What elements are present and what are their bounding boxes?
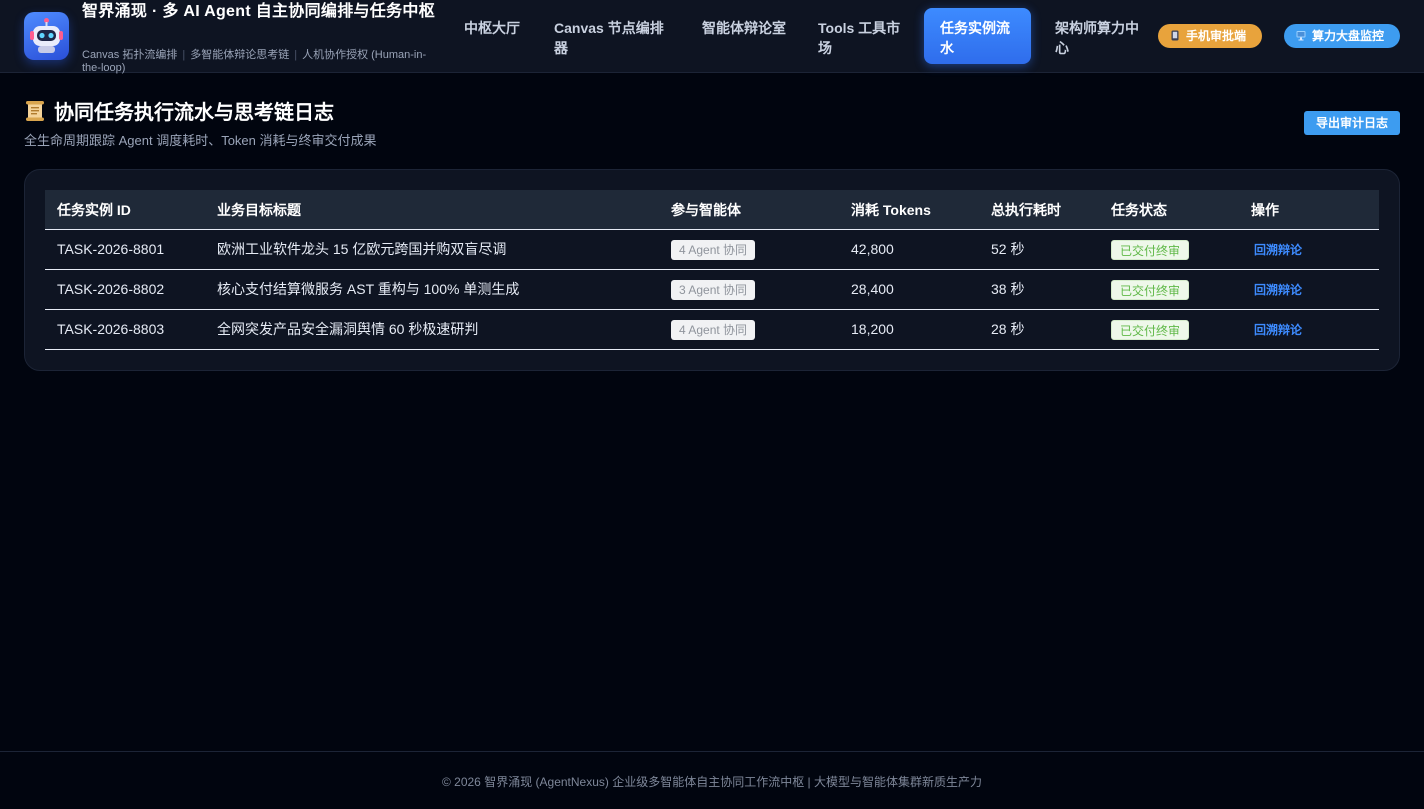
- mobile-icon: [1171, 30, 1179, 41]
- duration-cell: 28 秒: [991, 321, 1025, 337]
- status-cell: 已交付终审: [1111, 310, 1190, 349]
- task-id-cell: TASK-2026-8802: [57, 281, 165, 297]
- tokens-cell: 28,400: [851, 281, 894, 297]
- agent-count-tag: 3 Agent 协同: [671, 280, 756, 301]
- table-row[interactable]: TASK-2026-8802 核心支付结算微服务 AST 重构与 100% 单测…: [45, 270, 1379, 310]
- status-badge: 已交付终审: [1111, 280, 1190, 301]
- mobile-approval-label: 手机审批端: [1186, 29, 1247, 43]
- tokens-cell: 18,200: [851, 321, 894, 337]
- table-row[interactable]: TASK-2026-8803 全网突发产品安全漏洞舆情 60 秒极速研判 4 A…: [45, 310, 1379, 350]
- status-cell: 已交付终审: [1111, 270, 1190, 309]
- column-header-id: 任务实例 ID: [57, 202, 131, 218]
- status-badge: 已交付终审: [1111, 320, 1190, 341]
- task-id-cell: TASK-2026-8801: [57, 241, 165, 257]
- status-badge: 已交付终审: [1111, 240, 1190, 261]
- agents-cell: 3 Agent 协同: [671, 270, 756, 309]
- task-title-cell: 核心支付结算微服务 AST 重构与 100% 单测生成: [217, 281, 520, 297]
- action-cell: 回溯辩论: [1251, 310, 1302, 349]
- column-header-duration: 总执行耗时: [991, 202, 1061, 218]
- nav-architect-compute[interactable]: 架构师算力中心: [1039, 8, 1155, 64]
- brand-title: 智界涌现 · 多 AI Agent 自主协同编排与任务中枢: [82, 3, 435, 20]
- replay-debate-link[interactable]: 回溯辩论: [1251, 243, 1302, 257]
- replay-debate-link[interactable]: 回溯辩论: [1251, 323, 1302, 337]
- action-cell: 回溯辩论: [1251, 230, 1302, 269]
- page-subtitle: 全生命周期跟踪 Agent 调度耗时、Token 消耗与终审交付成果: [24, 133, 377, 148]
- table-header: 任务实例 ID 业务目标标题 参与智能体 消耗 Tokens 总执行耗时 任务状…: [45, 190, 1379, 230]
- action-cell: 回溯辩论: [1251, 270, 1302, 309]
- agents-cell: 4 Agent 协同: [671, 230, 756, 269]
- task-title-cell: 欧洲工业软件龙头 15 亿欧元跨国并购双盲尽调: [217, 241, 507, 257]
- task-table-card: 任务实例 ID 业务目标标题 参与智能体 消耗 Tokens 总执行耗时 任务状…: [24, 169, 1400, 371]
- table-row[interactable]: TASK-2026-8801 欧洲工业软件龙头 15 亿欧元跨国并购双盲尽调 4…: [45, 230, 1379, 270]
- compute-dashboard-label: 算力大盘监控: [1312, 29, 1385, 43]
- brand-subtitle: Canvas 拓扑流编排 | 多智能体辩论思考链 | 人机协作授权 (Human-in-…: [82, 49, 427, 74]
- top-header: 智界涌现 · 多 AI Agent 自主协同编排与任务中枢 Canvas 拓扑流…: [0, 0, 1424, 74]
- agent-count-tag: 4 Agent 协同: [671, 240, 756, 261]
- export-audit-log-button[interactable]: 导出审计日志: [1304, 111, 1400, 135]
- column-header-title: 业务目标标题: [217, 202, 301, 218]
- column-header-tokens: 消耗 Tokens: [851, 202, 931, 218]
- monitor-icon: [1296, 31, 1306, 41]
- nav-hub-hall[interactable]: 中枢大厅: [448, 8, 538, 64]
- agents-cell: 4 Agent 协同: [671, 310, 756, 349]
- task-title-cell: 全网突发产品安全漏洞舆情 60 秒极速研判: [217, 321, 479, 337]
- page-title: 协同任务执行流水与思考链日志: [24, 100, 334, 126]
- scroll-icon: [26, 101, 44, 121]
- task-instance-table: 任务实例 ID 业务目标标题 参与智能体 消耗 Tokens 总执行耗时 任务状…: [45, 190, 1379, 350]
- mobile-approval-button[interactable]: 手机审批端: [1158, 24, 1262, 48]
- page-title-text: 协同任务执行流水与思考链日志: [54, 102, 334, 124]
- page-footer: © 2026 智界涌现 (AgentNexus) 企业级多智能体自主协同工作流中…: [0, 751, 1424, 809]
- status-cell: 已交付终审: [1111, 230, 1190, 269]
- nav-tools-market[interactable]: Tools 工具市场: [802, 8, 918, 64]
- compute-dashboard-button[interactable]: 算力大盘监控: [1284, 24, 1400, 48]
- task-id-cell: TASK-2026-8803: [57, 321, 165, 337]
- nav-task-instances[interactable]: 任务实例流水: [924, 8, 1031, 64]
- replay-debate-link[interactable]: 回溯辩论: [1251, 283, 1302, 297]
- duration-cell: 38 秒: [991, 281, 1025, 297]
- agent-count-tag: 4 Agent 协同: [671, 320, 756, 341]
- tokens-cell: 42,800: [851, 241, 894, 257]
- column-header-status: 任务状态: [1111, 202, 1167, 218]
- duration-cell: 52 秒: [991, 241, 1025, 257]
- robot-logo-icon[interactable]: [24, 12, 69, 60]
- column-header-agents: 参与智能体: [671, 202, 741, 218]
- column-header-action: 操作: [1251, 202, 1279, 218]
- brand-sub-item: 多智能体辩论思考链: [190, 49, 290, 61]
- nav-debate-room[interactable]: 智能体辩论室: [686, 8, 802, 64]
- brand-sub-item: Canvas 拓扑流编排: [82, 49, 178, 61]
- nav-canvas-editor[interactable]: Canvas 节点编排器: [538, 8, 686, 64]
